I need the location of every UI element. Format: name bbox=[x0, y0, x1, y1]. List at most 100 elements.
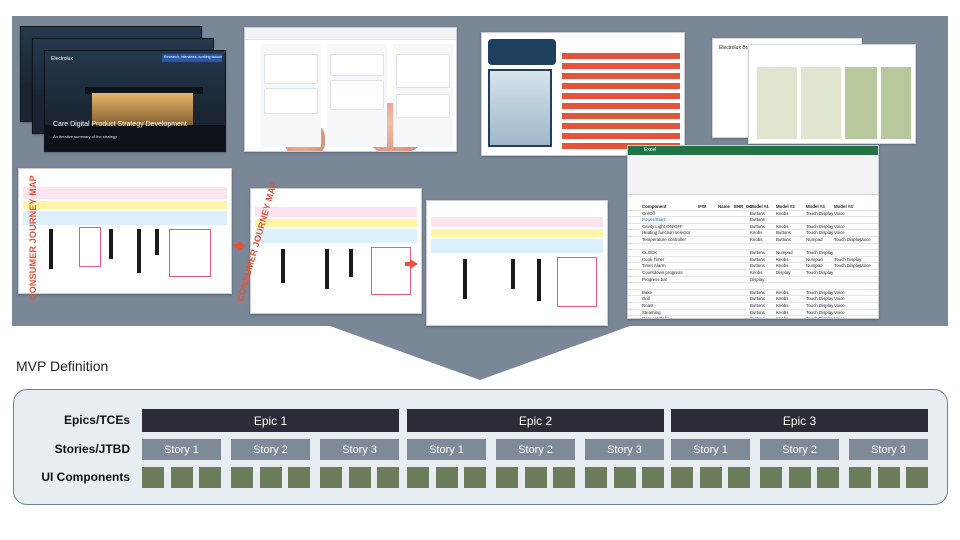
excel-app-name: Excel bbox=[644, 147, 657, 153]
excel-cell[interactable]: Touch Display bbox=[834, 237, 861, 242]
excel-cell[interactable]: Roast bbox=[642, 303, 653, 308]
excel-cell[interactable]: Buttons bbox=[750, 211, 765, 216]
excel-cell[interactable]: Touch Display bbox=[806, 250, 833, 255]
excel-cell[interactable]: Voice bbox=[834, 296, 845, 301]
board-card bbox=[330, 80, 384, 110]
excel-cell[interactable]: Knobs bbox=[750, 270, 762, 275]
list-bar bbox=[562, 103, 680, 109]
ui-component-block bbox=[348, 467, 371, 488]
excel-cell[interactable]: Progress bar bbox=[642, 277, 667, 282]
excel-cell[interactable]: Temperature controller bbox=[642, 237, 686, 242]
excel-cell[interactable]: Buttons bbox=[776, 230, 791, 235]
excel-cell[interactable]: Knobs bbox=[776, 310, 788, 315]
excel-cell[interactable]: On/Off bbox=[642, 211, 655, 216]
journey-band bbox=[431, 217, 603, 227]
ui-component-block bbox=[613, 467, 636, 488]
ui-component-block bbox=[699, 467, 722, 488]
highlight-frame bbox=[371, 247, 411, 295]
journey-column bbox=[511, 259, 515, 289]
journey-column bbox=[49, 229, 53, 269]
excel-cell[interactable]: Numpad bbox=[806, 237, 823, 242]
journey-column bbox=[463, 259, 467, 299]
excel-cell[interactable]: Countdown progress bbox=[642, 270, 683, 275]
excel-cell[interactable]: Voice bbox=[834, 290, 845, 295]
excel-cell[interactable]: Voice bbox=[834, 310, 845, 315]
excel-cell[interactable]: Display bbox=[776, 270, 790, 275]
excel-cell[interactable]: Buttons bbox=[750, 303, 765, 308]
excel-cell[interactable]: Heating function selector bbox=[642, 230, 690, 235]
excel-cell[interactable]: Bake bbox=[642, 290, 652, 295]
ui-component-block bbox=[906, 467, 928, 488]
excel-cell[interactable]: Buttons bbox=[750, 310, 765, 315]
excel-cell[interactable]: CLOCK bbox=[642, 250, 657, 255]
excel-cell[interactable]: Convect Bake bbox=[642, 316, 669, 318]
ui-component-block bbox=[435, 467, 458, 488]
excel-cell[interactable]: Touch Display bbox=[806, 310, 833, 315]
excel-cell[interactable]: Display bbox=[750, 277, 764, 282]
journey-map-label-1: CONSUMER JOURNEY MAP bbox=[28, 175, 38, 300]
excel-cell[interactable]: Knobs bbox=[776, 316, 788, 318]
excel-cell[interactable]: Knobs bbox=[776, 296, 788, 301]
excel-cell[interactable]: Grill bbox=[642, 296, 650, 301]
ui-component-block bbox=[849, 467, 871, 488]
excel-cell[interactable]: Touch Display bbox=[806, 296, 833, 301]
list-bar bbox=[562, 113, 680, 119]
excel-cell[interactable]: Buttons bbox=[750, 316, 765, 318]
excel-cell[interactable]: Voice bbox=[834, 224, 845, 229]
excel-cell[interactable]: Touch Display bbox=[806, 270, 833, 275]
story-bar: Story 3 bbox=[849, 439, 928, 460]
callout-bubble bbox=[488, 39, 556, 65]
excel-cell[interactable]: Touch Display bbox=[806, 224, 833, 229]
highlight-frame bbox=[79, 227, 101, 267]
excel-cell[interactable]: Voice bbox=[834, 316, 845, 318]
excel-cell[interactable]: Numpad bbox=[776, 250, 793, 255]
journey-band bbox=[23, 211, 227, 225]
ui-component-block bbox=[496, 467, 518, 488]
excel-cell[interactable]: Cavity Light ON/OFF bbox=[642, 224, 683, 229]
kitchen-photo bbox=[488, 69, 552, 147]
list-bar bbox=[562, 53, 680, 59]
excel-cell[interactable]: Knobs bbox=[776, 263, 788, 268]
excel-cell[interactable]: Buttons bbox=[750, 290, 765, 295]
excel-cell[interactable]: Knobs bbox=[776, 257, 788, 262]
excel-cell[interactable]: Voice bbox=[860, 263, 871, 268]
excel-cell[interactable]: Voice bbox=[834, 230, 845, 235]
journey-map-2 bbox=[250, 188, 422, 314]
arrow-icon bbox=[405, 259, 418, 269]
excel-cell[interactable]: Buttons bbox=[776, 237, 791, 242]
excel-cell[interactable]: Buttons bbox=[750, 257, 765, 262]
excel-cell[interactable]: Timer Alarm bbox=[642, 263, 666, 268]
excel-cell[interactable]: Steaming bbox=[642, 310, 661, 315]
excel-cell[interactable]: Touch Display bbox=[834, 257, 861, 262]
journey-band bbox=[431, 239, 603, 253]
excel-cell[interactable]: Voice bbox=[834, 211, 845, 216]
excel-cell[interactable]: Cook Timer bbox=[642, 257, 664, 262]
excel-cell[interactable]: Numpad bbox=[806, 257, 823, 262]
excel-cell[interactable]: Touch Display bbox=[834, 263, 861, 268]
row-label-stories: Stories/JTBD bbox=[54, 442, 130, 456]
story-bar: Story 1 bbox=[142, 439, 221, 460]
excel-cell[interactable]: Buttons bbox=[750, 224, 765, 229]
excel-cell[interactable]: Knobs bbox=[776, 224, 788, 229]
list-bar bbox=[562, 73, 680, 79]
excel-cell[interactable]: Voice bbox=[860, 237, 871, 242]
list-bar bbox=[562, 123, 680, 129]
excel-cell[interactable]: Buttons bbox=[750, 217, 765, 222]
excel-cell[interactable]: Touch Display bbox=[806, 316, 833, 318]
excel-cell[interactable]: Knobs bbox=[776, 290, 788, 295]
excel-cell[interactable]: Knobs bbox=[750, 237, 762, 242]
excel-cell[interactable]: Power/Start bbox=[642, 217, 665, 222]
excel-cell[interactable]: Buttons bbox=[750, 263, 765, 268]
excel-cell[interactable]: Knobs bbox=[776, 303, 788, 308]
excel-cell[interactable]: Touch Display bbox=[806, 290, 833, 295]
excel-cell[interactable]: Touch Display bbox=[806, 230, 833, 235]
excel-cell[interactable]: Numpad bbox=[806, 263, 823, 268]
excel-cell[interactable]: Buttons bbox=[750, 296, 765, 301]
excel-cell[interactable]: Buttons bbox=[750, 250, 765, 255]
list-bar bbox=[562, 63, 680, 69]
excel-cell[interactable]: Voice bbox=[834, 303, 845, 308]
excel-cell[interactable]: Knobs bbox=[776, 211, 788, 216]
excel-cell[interactable]: Touch Display bbox=[806, 303, 833, 308]
excel-cell[interactable]: Touch Display bbox=[806, 211, 833, 216]
excel-cell[interactable]: Knobs bbox=[750, 230, 762, 235]
